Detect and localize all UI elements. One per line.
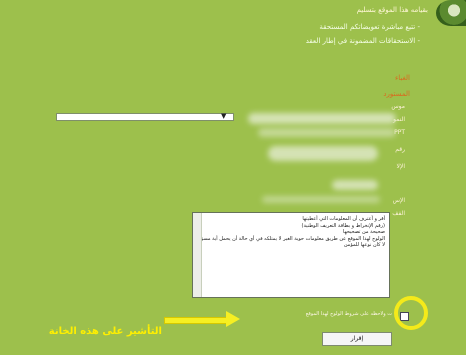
terms-textarea[interactable]: أقر و أعترف أن المعلومات التي أعطيتها (ر…: [192, 212, 390, 298]
blurred-field-2: [258, 128, 396, 137]
blurred-field-3: [268, 146, 378, 161]
dropdown-select[interactable]: ▼: [56, 112, 234, 121]
blurred-field-5: [262, 196, 380, 203]
submit-button[interactable]: إقرار: [322, 332, 392, 346]
blurred-field-4: [332, 180, 378, 190]
intro-heading: بقيامه هذا الموقع بتسليم: [356, 6, 428, 14]
chevron-down-icon: ▼: [221, 112, 227, 120]
section-title-first: الغباء: [395, 74, 410, 82]
highlight-circle-icon: [394, 296, 428, 330]
agree-terms-label: ت ولاحظه على شروط الولوج لهذا الموقع: [305, 311, 392, 317]
field-label-5: الإلا: [396, 163, 405, 170]
section-title-second: المستورد: [383, 90, 410, 98]
field-label-1: موس: [391, 103, 405, 110]
page-root: بقيامه هذا الموقع بتسليم - تتبع مباشرة ت…: [0, 0, 466, 355]
hint-annotation: التأشير على هذه الخانة: [48, 326, 162, 337]
arrow-right-icon: [164, 317, 228, 324]
intro-bullet-2: - الاستحقاقات المضمونة في إطار العقد: [305, 37, 420, 45]
terms-line: لا كان نوعها للمؤمن: [343, 242, 385, 248]
intro-bullet-1: - تتبع مباشرة تعويضاتكم المستحقة: [319, 23, 420, 31]
arrow-head-icon: [226, 311, 240, 327]
field-label-7: الفف: [392, 210, 405, 217]
blurred-field-1: [248, 113, 396, 124]
terms-scrollbar[interactable]: [193, 213, 202, 297]
field-label-6: الإس: [392, 197, 405, 204]
field-label-4: رقم: [395, 146, 405, 153]
globe-logo-icon: [436, 0, 466, 26]
